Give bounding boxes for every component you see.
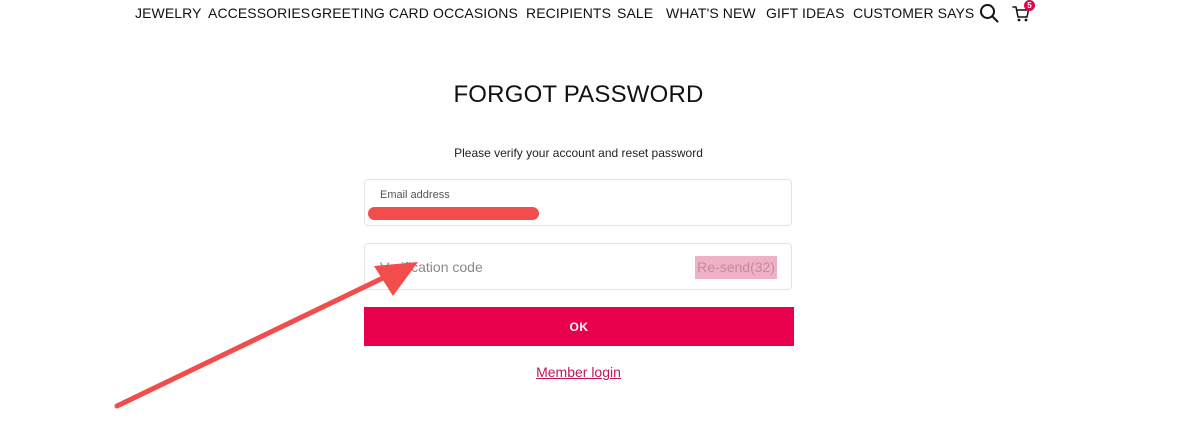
cart-count-badge: 5	[1024, 0, 1035, 11]
nav-item-greeting-card[interactable]: GREETING CARD	[311, 5, 429, 21]
nav-item-occasions[interactable]: OCCASIONS	[433, 5, 518, 21]
search-icon[interactable]	[979, 3, 999, 28]
nav-item-recipients[interactable]: RECIPIENTS	[526, 5, 611, 21]
redaction-mark	[368, 207, 539, 220]
resend-code-button[interactable]: Re-send(32)	[695, 256, 777, 279]
email-field-label: Email address	[380, 189, 450, 201]
ok-button[interactable]: OK	[364, 307, 794, 346]
page-subtitle: Please verify your account and reset pas…	[454, 146, 703, 160]
nav-item-gift-ideas[interactable]: GIFT IDEAS	[766, 5, 845, 21]
nav-item-accessories[interactable]: ACCESSORIES	[208, 5, 310, 21]
nav-item-whats-new[interactable]: WHAT'S NEW	[666, 5, 756, 21]
member-login-link[interactable]: Member login	[536, 364, 621, 380]
nav-item-customer-says[interactable]: CUSTOMER SAYS	[853, 5, 974, 21]
top-navigation: JEWELRY ACCESSORIES GREETING CARD OCCASI…	[0, 0, 1187, 26]
nav-item-jewelry[interactable]: JEWELRY	[135, 5, 202, 21]
verification-code-input[interactable]	[365, 244, 700, 289]
member-login-row: Member login	[0, 364, 1157, 380]
email-field[interactable]: Email address	[364, 179, 792, 226]
verification-code-field: Re-send(32)	[364, 243, 792, 290]
nav-item-sale[interactable]: SALE	[617, 5, 653, 21]
page-title: FORGOT PASSWORD	[453, 81, 704, 108]
forgot-password-page: JEWELRY ACCESSORIES GREETING CARD OCCASI…	[0, 0, 1187, 443]
